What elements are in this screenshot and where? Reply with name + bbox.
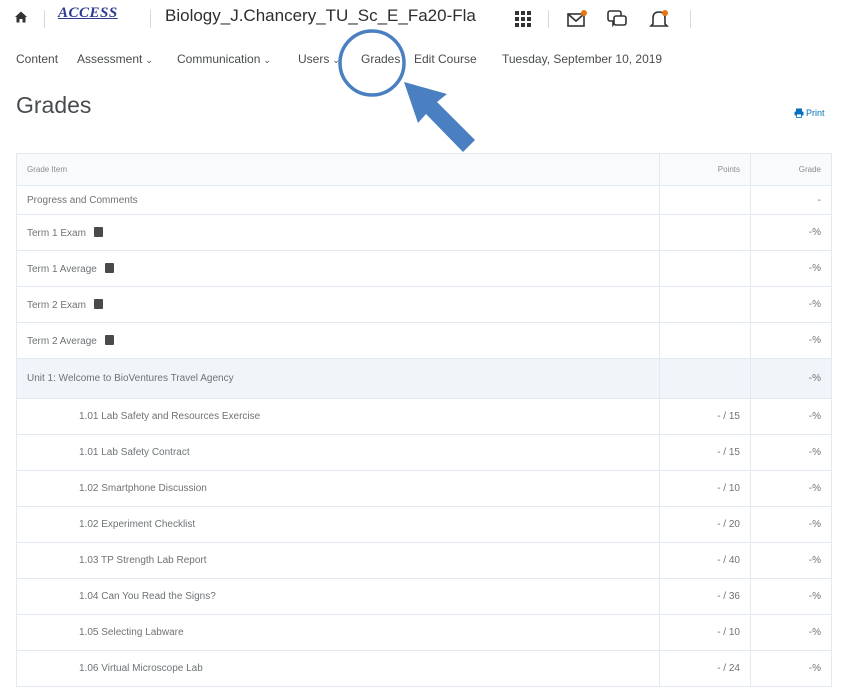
- table-row: 1.03 TP Strength Lab Report - / 40 -%: [16, 542, 832, 579]
- grade-item-cell: 1.04 Can You Read the Signs?: [16, 578, 660, 615]
- grade-item-cell: 1.01 Lab Safety and Resources Exercise: [16, 398, 660, 435]
- points-cell: - / 10: [659, 614, 751, 651]
- grade-item-cell: 1.06 Virtual Microscope Lab: [16, 650, 660, 687]
- points-cell: - / 15: [659, 398, 751, 435]
- grade-item-cell: Term 1 Average: [16, 250, 660, 287]
- grades-table: Grade Item Points Grade Progress and Com…: [16, 153, 832, 687]
- header-grade-item[interactable]: Grade Item: [16, 153, 660, 186]
- grade-item-name[interactable]: 1.03 TP Strength Lab Report: [79, 555, 207, 566]
- grade-cell: -%: [750, 506, 832, 543]
- grade-item-cell: Term 2 Exam: [16, 286, 660, 323]
- table-row: 1.06 Virtual Microscope Lab - / 24 -%: [16, 650, 832, 687]
- grade-cell: -%: [750, 286, 832, 323]
- grade-item-name[interactable]: 1.01 Lab Safety Contract: [79, 447, 190, 458]
- grade-cell: -%: [750, 434, 832, 471]
- points-cell: [659, 250, 751, 287]
- header-grade[interactable]: Grade: [750, 153, 832, 186]
- points-cell: - / 10: [659, 470, 751, 507]
- grade-item-name[interactable]: Term 2 Average: [27, 336, 97, 347]
- grades-body: Progress and Comments - Term 1 Exam -% Term …: [16, 185, 832, 687]
- table-viewport: Grade Item Points Grade Progress and Com…: [0, 0, 848, 688]
- grade-item-cell: 1.03 TP Strength Lab Report: [16, 542, 660, 579]
- table-row: 1.02 Experiment Checklist - / 20 -%: [16, 506, 832, 543]
- grade-cell: -%: [750, 542, 832, 579]
- points-cell: [659, 358, 751, 399]
- table-row: Term 2 Exam -%: [16, 286, 832, 323]
- grade-cell: -%: [750, 470, 832, 507]
- table-row: Term 2 Average -%: [16, 322, 832, 359]
- grade-item-name[interactable]: Term 1 Exam: [27, 228, 86, 239]
- table-header-row: Grade Item Points Grade: [16, 153, 832, 186]
- grade-item-name[interactable]: 1.01 Lab Safety and Resources Exercise: [79, 411, 260, 422]
- table-row: 1.05 Selecting Labware - / 10 -%: [16, 614, 832, 651]
- grade-item-cell: Term 2 Average: [16, 322, 660, 359]
- grade-cell: -%: [750, 614, 832, 651]
- table-row: 1.01 Lab Safety Contract - / 15 -%: [16, 434, 832, 471]
- points-cell: - / 36: [659, 578, 751, 615]
- points-cell: [659, 286, 751, 323]
- grade-item-name[interactable]: 1.02 Smartphone Discussion: [79, 483, 207, 494]
- calculator-icon[interactable]: [104, 262, 114, 273]
- points-cell: [659, 185, 751, 215]
- calculator-icon[interactable]: [104, 334, 114, 345]
- grade-item-name[interactable]: 1.05 Selecting Labware: [79, 627, 184, 638]
- grade-cell: -%: [750, 322, 832, 359]
- grade-item-cell: 1.02 Smartphone Discussion: [16, 470, 660, 507]
- header-points[interactable]: Points: [659, 153, 751, 186]
- grade-item-name[interactable]: Term 2 Exam: [27, 300, 86, 311]
- grade-item-cell: 1.02 Experiment Checklist: [16, 506, 660, 543]
- points-cell: - / 24: [659, 650, 751, 687]
- grade-item-name[interactable]: Term 1 Average: [27, 264, 97, 275]
- points-cell: - / 15: [659, 434, 751, 471]
- grade-cell: -%: [750, 358, 832, 399]
- grade-cell: -%: [750, 650, 832, 687]
- grade-item-name[interactable]: 1.02 Experiment Checklist: [79, 519, 195, 530]
- table-row: Progress and Comments -: [16, 185, 832, 215]
- points-cell: [659, 214, 751, 251]
- calculator-icon[interactable]: [93, 226, 103, 237]
- points-cell: - / 40: [659, 542, 751, 579]
- points-cell: [659, 322, 751, 359]
- grade-item-cell: 1.05 Selecting Labware: [16, 614, 660, 651]
- table-row: 1.02 Smartphone Discussion - / 10 -%: [16, 470, 832, 507]
- grade-cell: -%: [750, 578, 832, 615]
- table-row: Term 1 Average -%: [16, 250, 832, 287]
- grade-item-cell: Progress and Comments: [16, 185, 660, 215]
- grade-cell: -: [750, 185, 832, 215]
- table-row: 1.04 Can You Read the Signs? - / 36 -%: [16, 578, 832, 615]
- points-cell: - / 20: [659, 506, 751, 543]
- grade-item-cell: Unit 1: Welcome to BioVentures Travel Ag…: [16, 358, 660, 399]
- table-row: Term 1 Exam -%: [16, 214, 832, 251]
- calculator-icon[interactable]: [93, 298, 103, 309]
- grade-item-cell: 1.01 Lab Safety Contract: [16, 434, 660, 471]
- grade-cell: -%: [750, 398, 832, 435]
- grade-item-name[interactable]: Unit 1: Welcome to BioVentures Travel Ag…: [27, 373, 234, 384]
- grade-cell: -%: [750, 250, 832, 287]
- table-row: Unit 1: Welcome to BioVentures Travel Ag…: [16, 358, 832, 399]
- grade-item-cell: Term 1 Exam: [16, 214, 660, 251]
- grade-item-name[interactable]: 1.04 Can You Read the Signs?: [79, 591, 216, 602]
- table-row: 1.01 Lab Safety and Resources Exercise - …: [16, 398, 832, 435]
- grade-cell: -%: [750, 214, 832, 251]
- grade-item-name[interactable]: Progress and Comments: [27, 195, 138, 206]
- grade-item-name[interactable]: 1.06 Virtual Microscope Lab: [79, 663, 203, 674]
